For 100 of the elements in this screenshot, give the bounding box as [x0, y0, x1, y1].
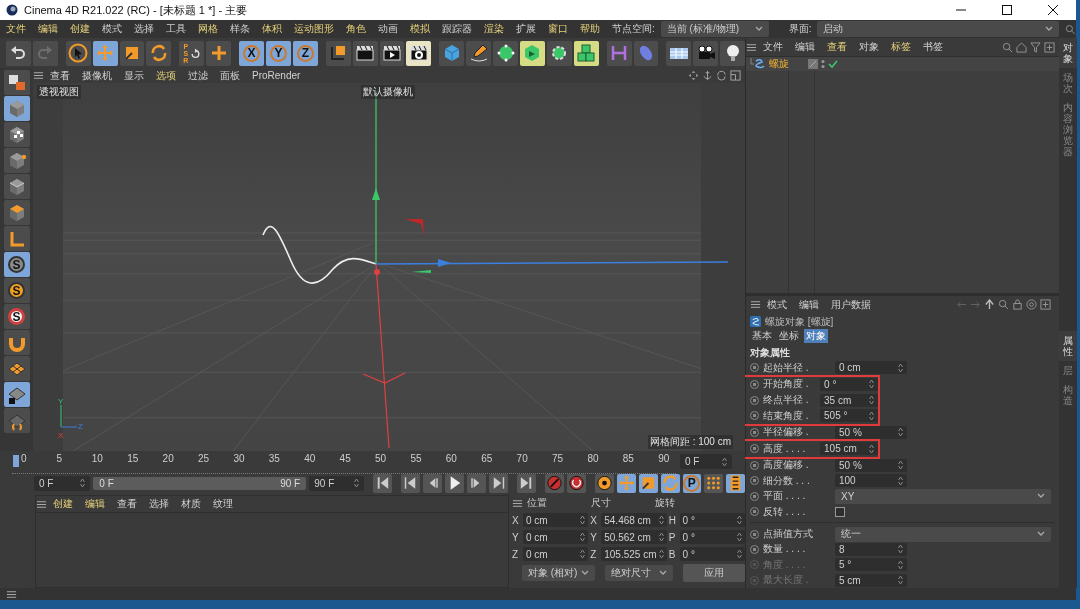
menu-item[interactable]: 查看	[111, 497, 143, 511]
x-axis-arrow[interactable]	[375, 259, 729, 267]
menu-item[interactable]: 动画	[372, 22, 404, 36]
menu-item[interactable]: 扩展	[510, 22, 542, 36]
tool-button[interactable]	[352, 40, 378, 66]
spinner-icon[interactable]	[898, 575, 903, 586]
spinner-icon[interactable]	[737, 532, 742, 542]
side-tab[interactable]: 场次	[1059, 68, 1077, 98]
tool-button[interactable]: S	[3, 278, 30, 303]
tool-button[interactable]	[566, 473, 586, 493]
lock-icon[interactable]	[1012, 299, 1023, 311]
side-tab[interactable]: 对象	[1059, 38, 1077, 68]
layout-dropdown[interactable]: 启动	[817, 21, 1060, 37]
animate-toggle[interactable]	[750, 529, 759, 539]
spinner-icon[interactable]	[580, 532, 586, 542]
size-field[interactable]: 105.525 cm	[601, 547, 667, 561]
menu-item[interactable]: 编辑	[789, 40, 821, 54]
tool-button[interactable]	[379, 40, 405, 66]
new-window-icon[interactable]	[1040, 299, 1051, 311]
check-icon[interactable]	[828, 59, 838, 69]
number-field[interactable]: 35 cm	[820, 393, 878, 407]
menu-item[interactable]: 体积	[256, 22, 288, 36]
coordinate-mode-dropdown[interactable]: 对象 (相对)	[522, 565, 596, 581]
menu-item[interactable]: 摄像机	[76, 68, 118, 83]
tool-button[interactable]	[666, 40, 692, 66]
number-field[interactable]: 50 %	[835, 458, 907, 472]
up-arrow-icon[interactable]	[984, 299, 995, 311]
menu-item[interactable]: 过滤	[182, 68, 214, 83]
number-field[interactable]: 50 %	[835, 425, 907, 439]
spinner-icon[interactable]	[658, 532, 664, 542]
tool-button[interactable]: S	[3, 304, 30, 329]
menu-item[interactable]: 帮助	[574, 22, 606, 36]
menu-item[interactable]: 跟踪器	[436, 22, 478, 36]
menu-item[interactable]: 面板	[214, 68, 246, 83]
spline-curve[interactable]	[262, 225, 377, 284]
tool-button[interactable]	[520, 40, 545, 66]
tool-button[interactable]	[325, 40, 351, 66]
number-field[interactable]: 100	[835, 474, 907, 488]
side-tab[interactable]: 构造	[1059, 380, 1077, 410]
maximize-view-icon[interactable]	[730, 70, 741, 81]
apply-button[interactable]: 应用	[682, 564, 745, 582]
spinner-icon[interactable]	[898, 559, 903, 570]
home-icon[interactable]	[1016, 41, 1027, 53]
start-frame-field[interactable]: 0 F	[34, 475, 91, 491]
menu-item[interactable]: 文件	[757, 40, 789, 54]
number-field[interactable]: 8	[835, 542, 907, 556]
menu-item[interactable]: 查看	[44, 68, 76, 83]
menu-item[interactable]: 选择	[128, 22, 160, 36]
tool-button[interactable]	[3, 122, 30, 147]
menu-item[interactable]: 工具	[160, 22, 192, 36]
menu-item[interactable]: 编辑	[32, 22, 64, 36]
menu-item[interactable]: 显示	[118, 68, 150, 83]
tool-button[interactable]	[65, 40, 91, 66]
node-space-dropdown[interactable]: 当前 (标准/物理)	[660, 21, 769, 37]
search-icon[interactable]	[1065, 23, 1076, 35]
tool-button[interactable]	[6, 40, 31, 66]
anchor-icon[interactable]	[702, 70, 713, 81]
size-field[interactable]: 54.468 cm	[601, 513, 667, 527]
menu-item[interactable]: 窗口	[542, 22, 574, 36]
visibility-dots-icon[interactable]	[821, 59, 825, 69]
menu-item[interactable]: 模式	[761, 297, 793, 312]
spinner-icon[interactable]	[580, 549, 586, 559]
side-tab[interactable]: 内容浏览器	[1059, 98, 1077, 161]
number-field[interactable]: 0 °	[820, 377, 878, 391]
tool-button[interactable]	[466, 473, 486, 493]
spinner-icon[interactable]	[869, 443, 874, 454]
tool-button[interactable]: P	[682, 473, 701, 493]
rotate-view-icon[interactable]	[716, 70, 727, 81]
spinner-icon[interactable]	[898, 427, 903, 438]
number-field[interactable]: 505 °	[820, 409, 878, 423]
object-name[interactable]: 螺旋	[769, 57, 805, 71]
position-field[interactable]: 0 cm	[522, 513, 589, 527]
tool-button[interactable]: X	[239, 40, 264, 66]
menu-item[interactable]: 模拟	[404, 22, 436, 36]
tool-button[interactable]	[444, 473, 464, 493]
menu-item[interactable]: 用户数据	[825, 297, 877, 312]
scale-handle[interactable]	[405, 219, 424, 236]
tool-button[interactable]	[693, 40, 719, 66]
number-field[interactable]: 0 cm	[835, 361, 907, 375]
size-field[interactable]: 50.562 cm	[601, 530, 667, 544]
menu-item[interactable]: 书签	[917, 40, 949, 54]
menu-item[interactable]: 网格	[192, 22, 224, 36]
menu-item[interactable]: 模式	[96, 22, 128, 36]
menu-item[interactable]: 查看	[821, 40, 853, 54]
pan-icon[interactable]	[688, 70, 699, 81]
menu-item[interactable]: 纹理	[207, 497, 239, 511]
menu-icon[interactable]	[512, 497, 523, 509]
tab[interactable]: 坐标	[777, 329, 801, 344]
tool-button[interactable]	[3, 70, 30, 95]
side-tab[interactable]: 层	[1059, 361, 1077, 380]
spinner-icon[interactable]	[737, 515, 742, 525]
tab[interactable]: 对象	[804, 329, 828, 344]
position-field[interactable]: 0 cm	[522, 547, 589, 561]
menu-item[interactable]: 角色	[340, 22, 372, 36]
menu-item[interactable]: 选择	[143, 497, 175, 511]
new-window-icon[interactable]	[1044, 41, 1055, 53]
spinner-icon[interactable]	[869, 410, 874, 421]
spinner-icon[interactable]	[869, 379, 874, 390]
rotation-field[interactable]: 0 °	[679, 530, 745, 544]
tool-button[interactable]	[488, 473, 508, 493]
